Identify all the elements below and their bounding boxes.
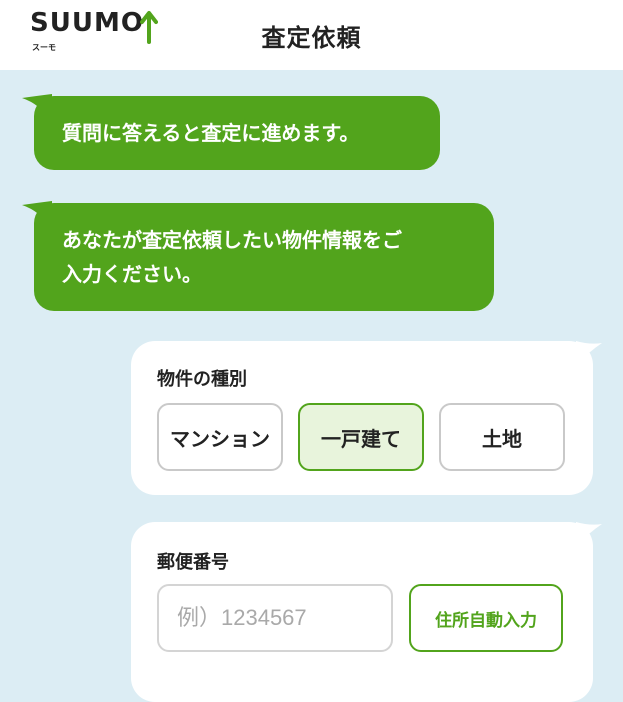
option-land-button[interactable]: 土地	[439, 403, 565, 471]
bot-message: 質問に答えると査定に進めます。	[34, 96, 440, 170]
postal-code-input[interactable]	[157, 584, 393, 652]
bot-message-line: 入力ください。	[62, 262, 202, 286]
page-title: 査定依頼	[261, 24, 362, 52]
card-tail-icon	[576, 522, 602, 546]
postal-code-label: 郵便番号	[157, 552, 229, 573]
postal-code-card: 郵便番号 住所自動入力	[131, 522, 593, 702]
address-autofill-button[interactable]: 住所自動入力	[409, 584, 563, 652]
card-tail-icon	[576, 341, 602, 365]
app-header: SUUMO スーモ 査定依頼	[0, 0, 623, 70]
property-type-label: 物件の種別	[157, 369, 247, 390]
bot-message-line: あなたが査定依頼したい物件情報をご	[62, 228, 402, 252]
property-type-card: 物件の種別 マンション 一戸建て 土地	[131, 341, 593, 495]
bot-message-text: 質問に答えると査定に進めます。	[62, 121, 360, 145]
option-house-button[interactable]: 一戸建て	[298, 403, 424, 471]
bot-message: あなたが査定依頼したい物件情報をご 入力ください。	[34, 203, 494, 311]
option-mansion-button[interactable]: マンション	[157, 403, 283, 471]
